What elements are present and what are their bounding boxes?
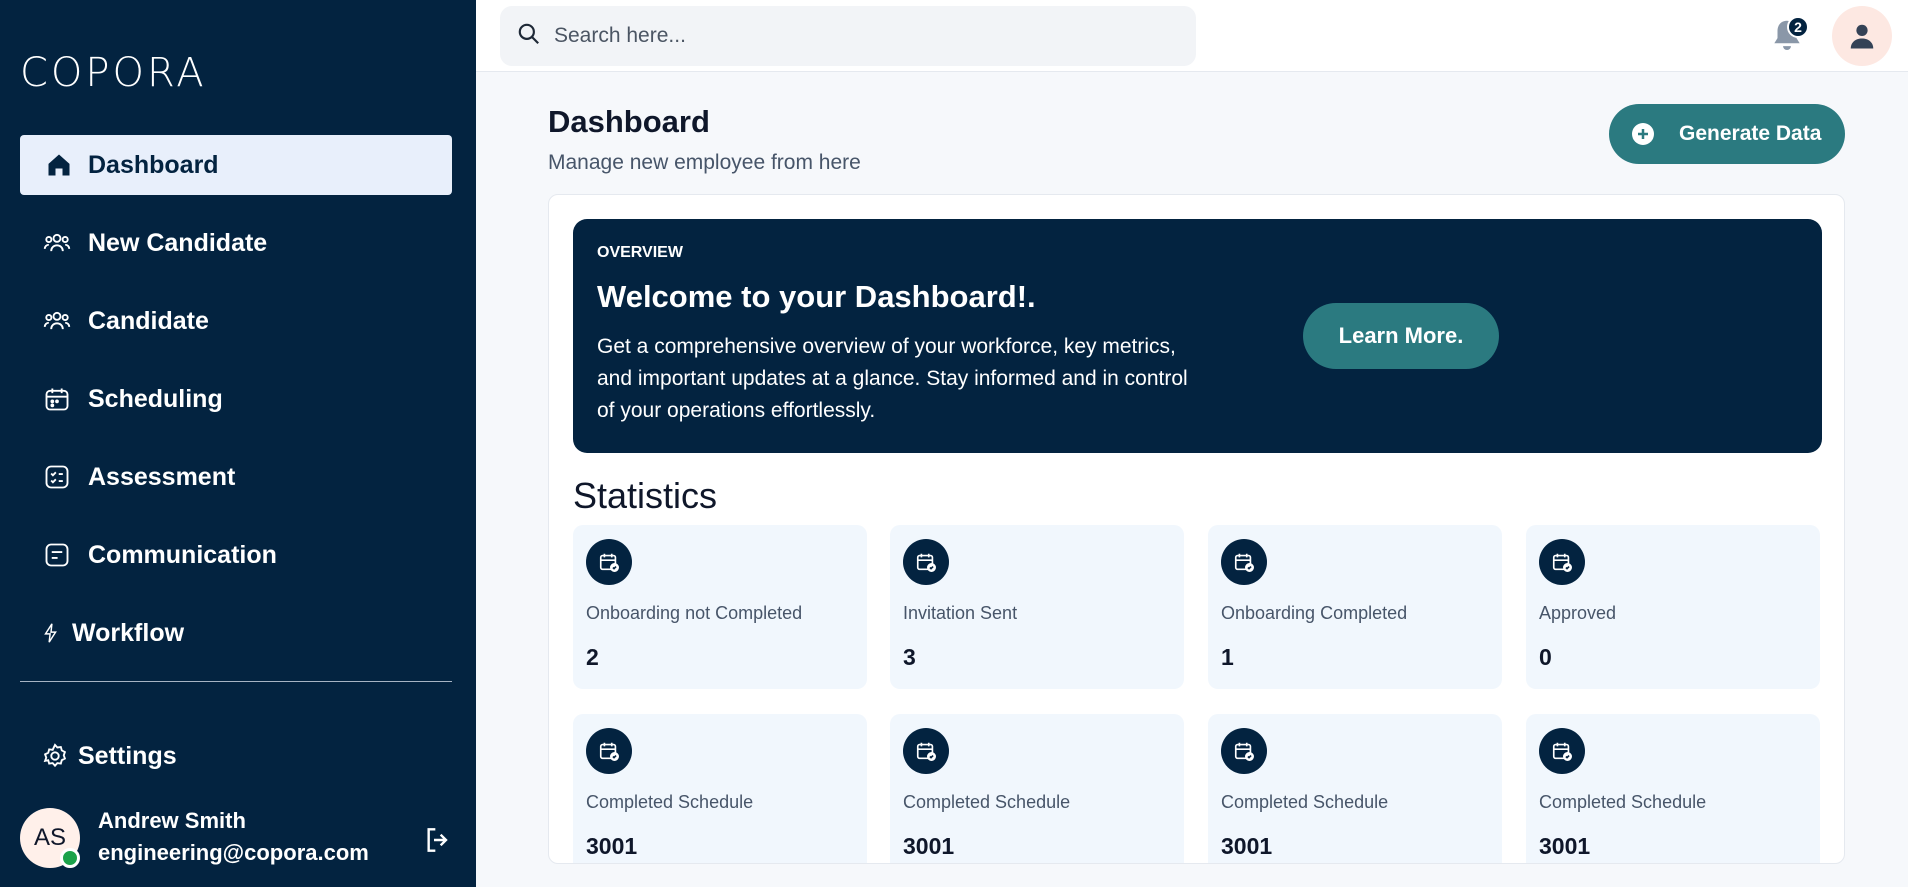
checklist-icon	[42, 462, 72, 492]
learn-more-button[interactable]: Learn More.	[1303, 303, 1499, 369]
stat-value: 3001	[586, 833, 638, 859]
sidebar-item-label: Candidate	[88, 306, 209, 335]
stat-value: 2	[586, 644, 599, 670]
generate-data-button[interactable]: Generate Data	[1609, 104, 1845, 164]
online-status-indicator	[60, 848, 80, 868]
stat-value: 3001	[1221, 833, 1273, 859]
gear-icon	[40, 741, 70, 771]
sidebar-item-communication[interactable]: Communication	[20, 525, 452, 585]
stat-label: Completed Schedule	[903, 792, 1071, 812]
user-name: Andrew Smith	[98, 808, 246, 833]
calendar-check-icon	[586, 539, 632, 585]
dashboard-content: OVERVIEW Welcome to your Dashboard!. Get…	[548, 194, 1845, 864]
sidebar-divider	[20, 681, 452, 682]
search-icon	[516, 21, 542, 52]
calendar-check-icon	[1539, 539, 1585, 585]
sidebar: COPORA Dashboard New Candidate Candidate…	[0, 0, 476, 887]
logout-icon[interactable]	[422, 824, 454, 856]
sidebar-item-dashboard[interactable]: Dashboard	[20, 135, 452, 195]
calendar-check-icon	[1539, 728, 1585, 774]
stat-value: 3001	[1539, 833, 1591, 859]
sidebar-item-assessment[interactable]: Assessment	[20, 447, 452, 507]
user-profile: AS Andrew Smith engineering@copora.com	[20, 808, 460, 870]
stat-card[interactable]: Invitation Sent 3	[890, 525, 1184, 689]
plus-circle-icon	[1631, 122, 1655, 146]
user-email: engineering@copora.com	[98, 840, 369, 865]
calendar-check-icon	[1221, 728, 1267, 774]
stat-label: Completed Schedule	[1539, 792, 1707, 812]
overview-label: OVERVIEW	[597, 244, 683, 261]
overview-banner: OVERVIEW Welcome to your Dashboard!. Get…	[573, 219, 1822, 453]
stat-card[interactable]: Completed Schedule 3001	[1526, 714, 1820, 863]
sidebar-item-label: Scheduling	[88, 384, 223, 413]
generate-data-label: Generate Data	[1679, 122, 1822, 145]
stat-label: Completed Schedule	[1221, 792, 1389, 812]
stat-card[interactable]: Completed Schedule 3001	[1208, 714, 1502, 863]
profile-avatar[interactable]	[1832, 6, 1892, 66]
calendar-check-icon	[586, 728, 632, 774]
bolt-icon	[40, 618, 62, 648]
message-icon	[42, 540, 72, 570]
users-icon	[42, 306, 72, 336]
search-bar[interactable]	[500, 6, 1196, 66]
calendar-icon	[42, 384, 72, 414]
sidebar-item-label: Dashboard	[88, 150, 219, 179]
home-icon	[44, 150, 74, 180]
stat-card[interactable]: Onboarding Completed 1	[1208, 525, 1502, 689]
sidebar-item-label: New Candidate	[88, 228, 268, 257]
sidebar-item-scheduling[interactable]: Scheduling	[20, 369, 452, 429]
statistics-title: Statistics	[573, 475, 718, 516]
notification-badge: 2	[1787, 16, 1809, 38]
copora-logo[interactable]: COPORA	[20, 50, 207, 96]
users-icon	[42, 228, 72, 258]
sidebar-item-label: Workflow	[72, 618, 185, 647]
page-title: Dashboard	[548, 104, 710, 139]
stat-card[interactable]: Completed Schedule 3001	[573, 714, 867, 863]
sidebar-item-label: Communication	[88, 540, 277, 569]
stat-label: Completed Schedule	[586, 792, 754, 812]
top-bar: 2	[476, 0, 1908, 72]
stat-label: Onboarding Completed	[1221, 603, 1408, 623]
search-input[interactable]	[554, 24, 1154, 48]
sidebar-item-new-candidate[interactable]: New Candidate	[20, 213, 452, 273]
stat-value: 3	[903, 644, 916, 670]
overview-title: Welcome to your Dashboard!.	[597, 279, 1036, 314]
calendar-check-icon	[1221, 539, 1267, 585]
sidebar-item-workflow[interactable]: Workflow	[20, 603, 452, 663]
sidebar-item-label: Assessment	[88, 462, 236, 491]
calendar-check-icon	[903, 539, 949, 585]
stat-value: 1	[1221, 644, 1234, 670]
calendar-check-icon	[903, 728, 949, 774]
stat-value: 3001	[903, 833, 955, 859]
overview-description: Get a comprehensive overview of your wor…	[597, 335, 1188, 422]
stat-card[interactable]: Approved 0	[1526, 525, 1820, 689]
stat-label: Onboarding not Completed	[586, 603, 803, 623]
stat-label: Approved	[1539, 603, 1617, 623]
stat-card[interactable]: Completed Schedule 3001	[890, 714, 1184, 863]
stat-value: 0	[1539, 644, 1552, 670]
stat-card[interactable]: Onboarding not Completed 2	[573, 525, 867, 689]
page-subtitle: Manage new employee from here	[548, 151, 861, 174]
sidebar-item-settings[interactable]: Settings	[20, 726, 452, 786]
sidebar-item-candidate[interactable]: Candidate	[20, 291, 452, 351]
sidebar-item-label: Settings	[78, 741, 177, 770]
stat-label: Invitation Sent	[903, 603, 1018, 623]
